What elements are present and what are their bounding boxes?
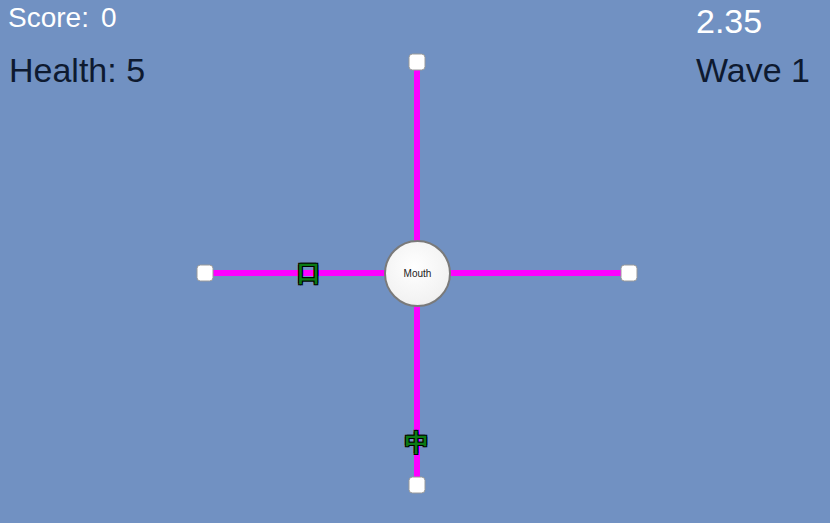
enemy[interactable]: 口	[297, 260, 321, 286]
north-spawn-node	[409, 54, 426, 71]
timer: 2.35	[696, 2, 762, 41]
game-field: Mouth Score: 0 Health: 5 2.35 Wave 1 口中	[0, 0, 830, 523]
score-label: Score:	[8, 2, 89, 33]
east-spawn-node	[621, 265, 638, 282]
south-spawn-node	[409, 477, 426, 494]
score: Score: 0	[8, 2, 117, 34]
wave: Wave 1	[696, 51, 810, 90]
score-value: 0	[101, 2, 117, 33]
west-spawn-node	[197, 265, 214, 282]
health: Health: 5	[9, 51, 145, 90]
mouth[interactable]: Mouth	[384, 240, 451, 307]
mouth-label: Mouth	[404, 266, 432, 281]
enemy[interactable]: 中	[405, 429, 429, 455]
